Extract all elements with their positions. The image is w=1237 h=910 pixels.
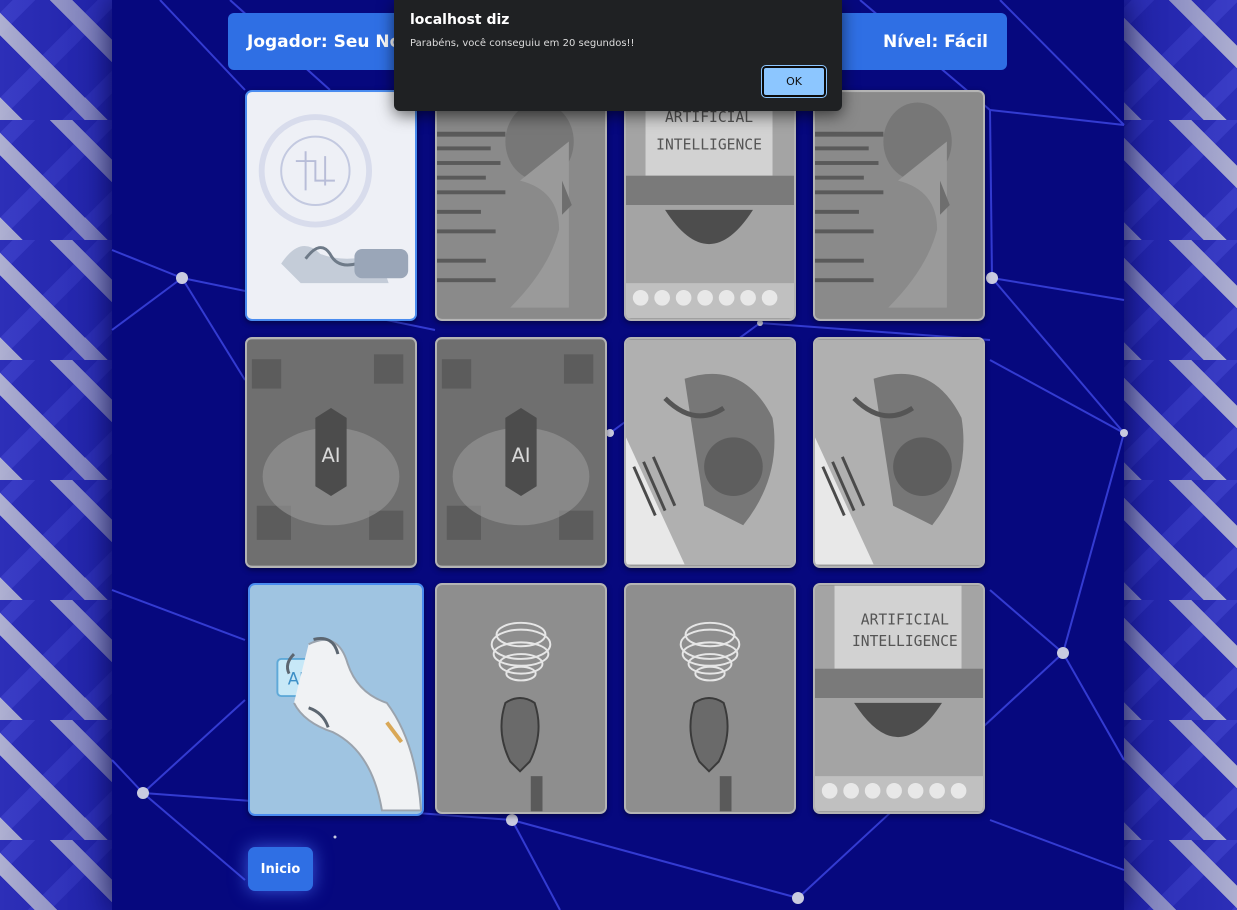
ai-city-image: AI	[437, 339, 605, 566]
typewriter-ai-image: ARTIFICIAL INTELLIGENCE	[815, 585, 983, 812]
light-bulb-hand-image	[626, 585, 794, 812]
typewriter-ai-image: ARTIFICIAL INTELLIGENCE	[626, 92, 794, 319]
card-robot-code[interactable]	[435, 90, 607, 321]
card-robot-code[interactable]	[813, 90, 985, 321]
card-typewriter-ai[interactable]: ARTIFICIAL INTELLIGENCE	[624, 90, 796, 321]
home-button[interactable]: Inicio	[248, 847, 313, 891]
typewriter-text-top: ARTIFICIAL	[665, 109, 753, 126]
card-light-bulb-hand[interactable]	[624, 583, 796, 814]
typewriter-text-top: ARTIFICIAL	[861, 612, 949, 629]
svg-text:AI: AI	[511, 444, 530, 467]
card-robot-piano[interactable]	[624, 337, 796, 568]
robot-piano-image	[626, 339, 794, 566]
robot-piano-image	[815, 339, 983, 566]
typewriter-text-bottom: INTELLIGENCE	[656, 136, 762, 153]
alert-ok-button[interactable]: OK	[761, 65, 827, 98]
card-typewriter-ai[interactable]: ARTIFICIAL INTELLIGENCE	[813, 583, 985, 814]
card-ai-city[interactable]: AI	[435, 337, 607, 568]
card-ai-city[interactable]: AI	[245, 337, 417, 568]
difficulty-level: Nível: Fácil	[882, 32, 988, 52]
card-robot-piano[interactable]	[813, 337, 985, 568]
light-bulb-hand-image	[437, 585, 605, 812]
card-light-bulb-hand[interactable]	[435, 583, 607, 814]
robot-code-image	[815, 92, 983, 319]
brain-hand-image	[247, 92, 415, 319]
svg-text:AI: AI	[321, 444, 340, 467]
card-ai-chip-hand[interactable]: AI	[248, 583, 424, 816]
robot-code-image	[437, 92, 605, 319]
typewriter-text-bottom: INTELLIGENCE	[852, 633, 958, 650]
ai-chip-hand-image: AI	[250, 585, 422, 814]
ai-city-image: AI	[247, 339, 415, 566]
alert-message: Parabéns, você conseguiu em 20 segundos!…	[410, 38, 635, 49]
card-brain-hand[interactable]	[245, 90, 417, 321]
alert-title: localhost diz	[410, 12, 510, 28]
network-background	[111, 0, 1128, 910]
